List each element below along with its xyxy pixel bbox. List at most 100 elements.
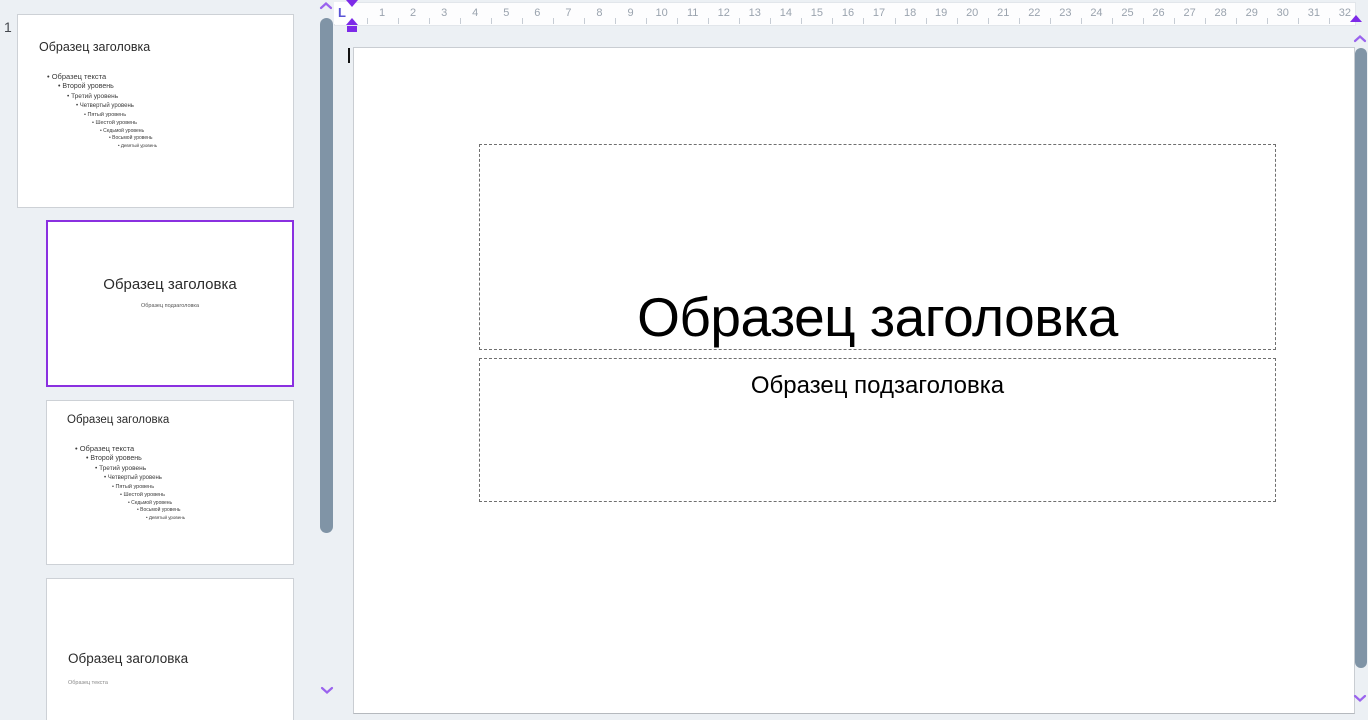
ruler-tick [677, 18, 678, 24]
ruler-tick [553, 18, 554, 24]
thumbnail-title-slide-layout[interactable]: Образец заголовка Образец подзаголовка [46, 220, 294, 387]
horizontal-ruler: 1234567891011121314151617181920212223242… [334, 2, 1356, 26]
ruler-tick [491, 18, 492, 24]
panel-scroll-up-icon[interactable] [319, 1, 333, 11]
slide-canvas[interactable]: Образец заголовка Образец подзаголовка [353, 47, 1355, 714]
ruler-tick [739, 18, 740, 24]
ruler-number: 16 [842, 7, 854, 19]
outline-line: • Второй уровень [39, 82, 157, 92]
ruler-number: 30 [1277, 7, 1289, 19]
ruler-number: 29 [1246, 7, 1258, 19]
thumbnail-outline-list: • Образец текста• Второй уровень• Третий… [67, 443, 185, 522]
outline-line: • Восьмой уровень [67, 507, 185, 515]
slide-layouts-panel: 1 Образец заголовка • Образец текста• Вт… [0, 0, 312, 720]
ruler-tick [460, 18, 461, 24]
subtitle-placeholder-text: Образец подзаголовка [751, 372, 1004, 400]
ruler-tick [584, 18, 585, 24]
thumbnail-title-content-layout[interactable]: Образец заголовка • Образец текста• Втор… [46, 400, 294, 565]
ruler-tick [770, 18, 771, 24]
ruler-number: 25 [1121, 7, 1133, 19]
thumbnail-title: Образец заголовка [67, 414, 169, 426]
ruler-tick [367, 18, 368, 24]
outline-line: • Второй уровень [67, 454, 185, 464]
thumbnail-slide-master[interactable]: Образец заголовка • Образец текста• Втор… [17, 14, 294, 208]
ruler-number: 26 [1152, 7, 1164, 19]
ruler-tick [801, 18, 802, 24]
ruler-tick [988, 18, 989, 24]
outline-line: • Образец текста [67, 443, 185, 454]
ruler-number: 12 [718, 7, 730, 19]
ruler-tick [1205, 18, 1206, 24]
outline-line: • Пятый уровень [67, 483, 185, 491]
outline-line: • Четвертый уровень [39, 102, 157, 111]
ruler-tick [708, 18, 709, 24]
ruler-number: 13 [749, 7, 761, 19]
ruler-tick [1050, 18, 1051, 24]
ruler-tick [646, 18, 647, 24]
ruler-number: 7 [565, 7, 571, 19]
canvas-scroll-up-icon[interactable] [1353, 34, 1367, 44]
ruler-tick [429, 18, 430, 24]
outline-line: • Седьмой уровень [39, 127, 157, 135]
thumbnail-section-header-layout[interactable]: Образец заголовка Образец текста [46, 578, 294, 720]
ruler-number: 22 [1028, 7, 1040, 19]
ruler-number: 10 [655, 7, 667, 19]
outline-line: • Шестой уровень [67, 491, 185, 499]
left-indent-marker[interactable] [347, 26, 357, 32]
thumbnail-subtitle: Образец подзаголовка [48, 303, 292, 309]
ruler-tick [522, 18, 523, 24]
outline-line: • Третий уровень [39, 92, 157, 102]
ruler-number: 9 [627, 7, 633, 19]
ruler-number: 21 [997, 7, 1009, 19]
ruler-number: 24 [1090, 7, 1102, 19]
thumbnail-title: Образец заголовка [39, 40, 150, 54]
ruler-number: 4 [472, 7, 478, 19]
ruler-tick [1112, 18, 1113, 24]
ruler-number: 23 [1059, 7, 1071, 19]
ruler-tick [615, 18, 616, 24]
panel-scroll-down-icon[interactable] [320, 685, 334, 695]
ruler-tick [1143, 18, 1144, 24]
ruler-tick [1081, 18, 1082, 24]
ruler-number: 27 [1183, 7, 1195, 19]
ruler-number: 31 [1308, 7, 1320, 19]
ruler-tick [926, 18, 927, 24]
ruler-number: 6 [534, 7, 540, 19]
ruler-tick [1174, 18, 1175, 24]
outline-line: • Третий уровень [67, 464, 185, 474]
ruler-tick [1298, 18, 1299, 24]
first-line-indent-marker[interactable] [346, 0, 358, 7]
ruler-number: 1 [379, 7, 385, 19]
ruler-number: 2 [410, 7, 416, 19]
panel-scrollbar-thumb[interactable] [320, 18, 333, 533]
ruler-tick [1236, 18, 1237, 24]
outline-line: • Восьмой уровень [39, 135, 157, 143]
ruler-tick [957, 18, 958, 24]
ruler-number: 20 [966, 7, 978, 19]
hanging-indent-marker[interactable] [346, 18, 358, 25]
subtitle-placeholder[interactable]: Образец подзаголовка [479, 358, 1276, 502]
ruler-tick [895, 18, 896, 24]
title-placeholder[interactable]: Образец заголовка [479, 144, 1276, 350]
ruler-number: 19 [935, 7, 947, 19]
presentation-editor-window: { "app": { "background": "#ecf0f4", "acc… [0, 0, 1368, 720]
text-cursor [348, 48, 350, 63]
right-indent-marker[interactable] [1350, 15, 1362, 22]
ruler-tick [1267, 18, 1268, 24]
ruler-tick [863, 18, 864, 24]
ruler-number: 17 [873, 7, 885, 19]
ruler-number: 28 [1215, 7, 1227, 19]
outline-line: • Девятый уровень [67, 514, 185, 522]
ruler-number: 15 [811, 7, 823, 19]
ruler-number: 5 [503, 7, 509, 19]
outline-line: • Пятый уровень [39, 111, 157, 119]
ruler-tick [1019, 18, 1020, 24]
canvas-scrollbar-thumb[interactable] [1355, 48, 1367, 668]
ruler-tick [1329, 18, 1330, 24]
thumbnail-title: Образец заголовка [48, 276, 292, 293]
canvas-scroll-down-icon[interactable] [1353, 693, 1367, 703]
outline-line: • Девятый уровень [39, 142, 157, 150]
thumbnail-outline-list: • Образец текста• Второй уровень• Третий… [39, 71, 157, 150]
ruler-tick [398, 18, 399, 24]
ruler-number: 14 [780, 7, 792, 19]
